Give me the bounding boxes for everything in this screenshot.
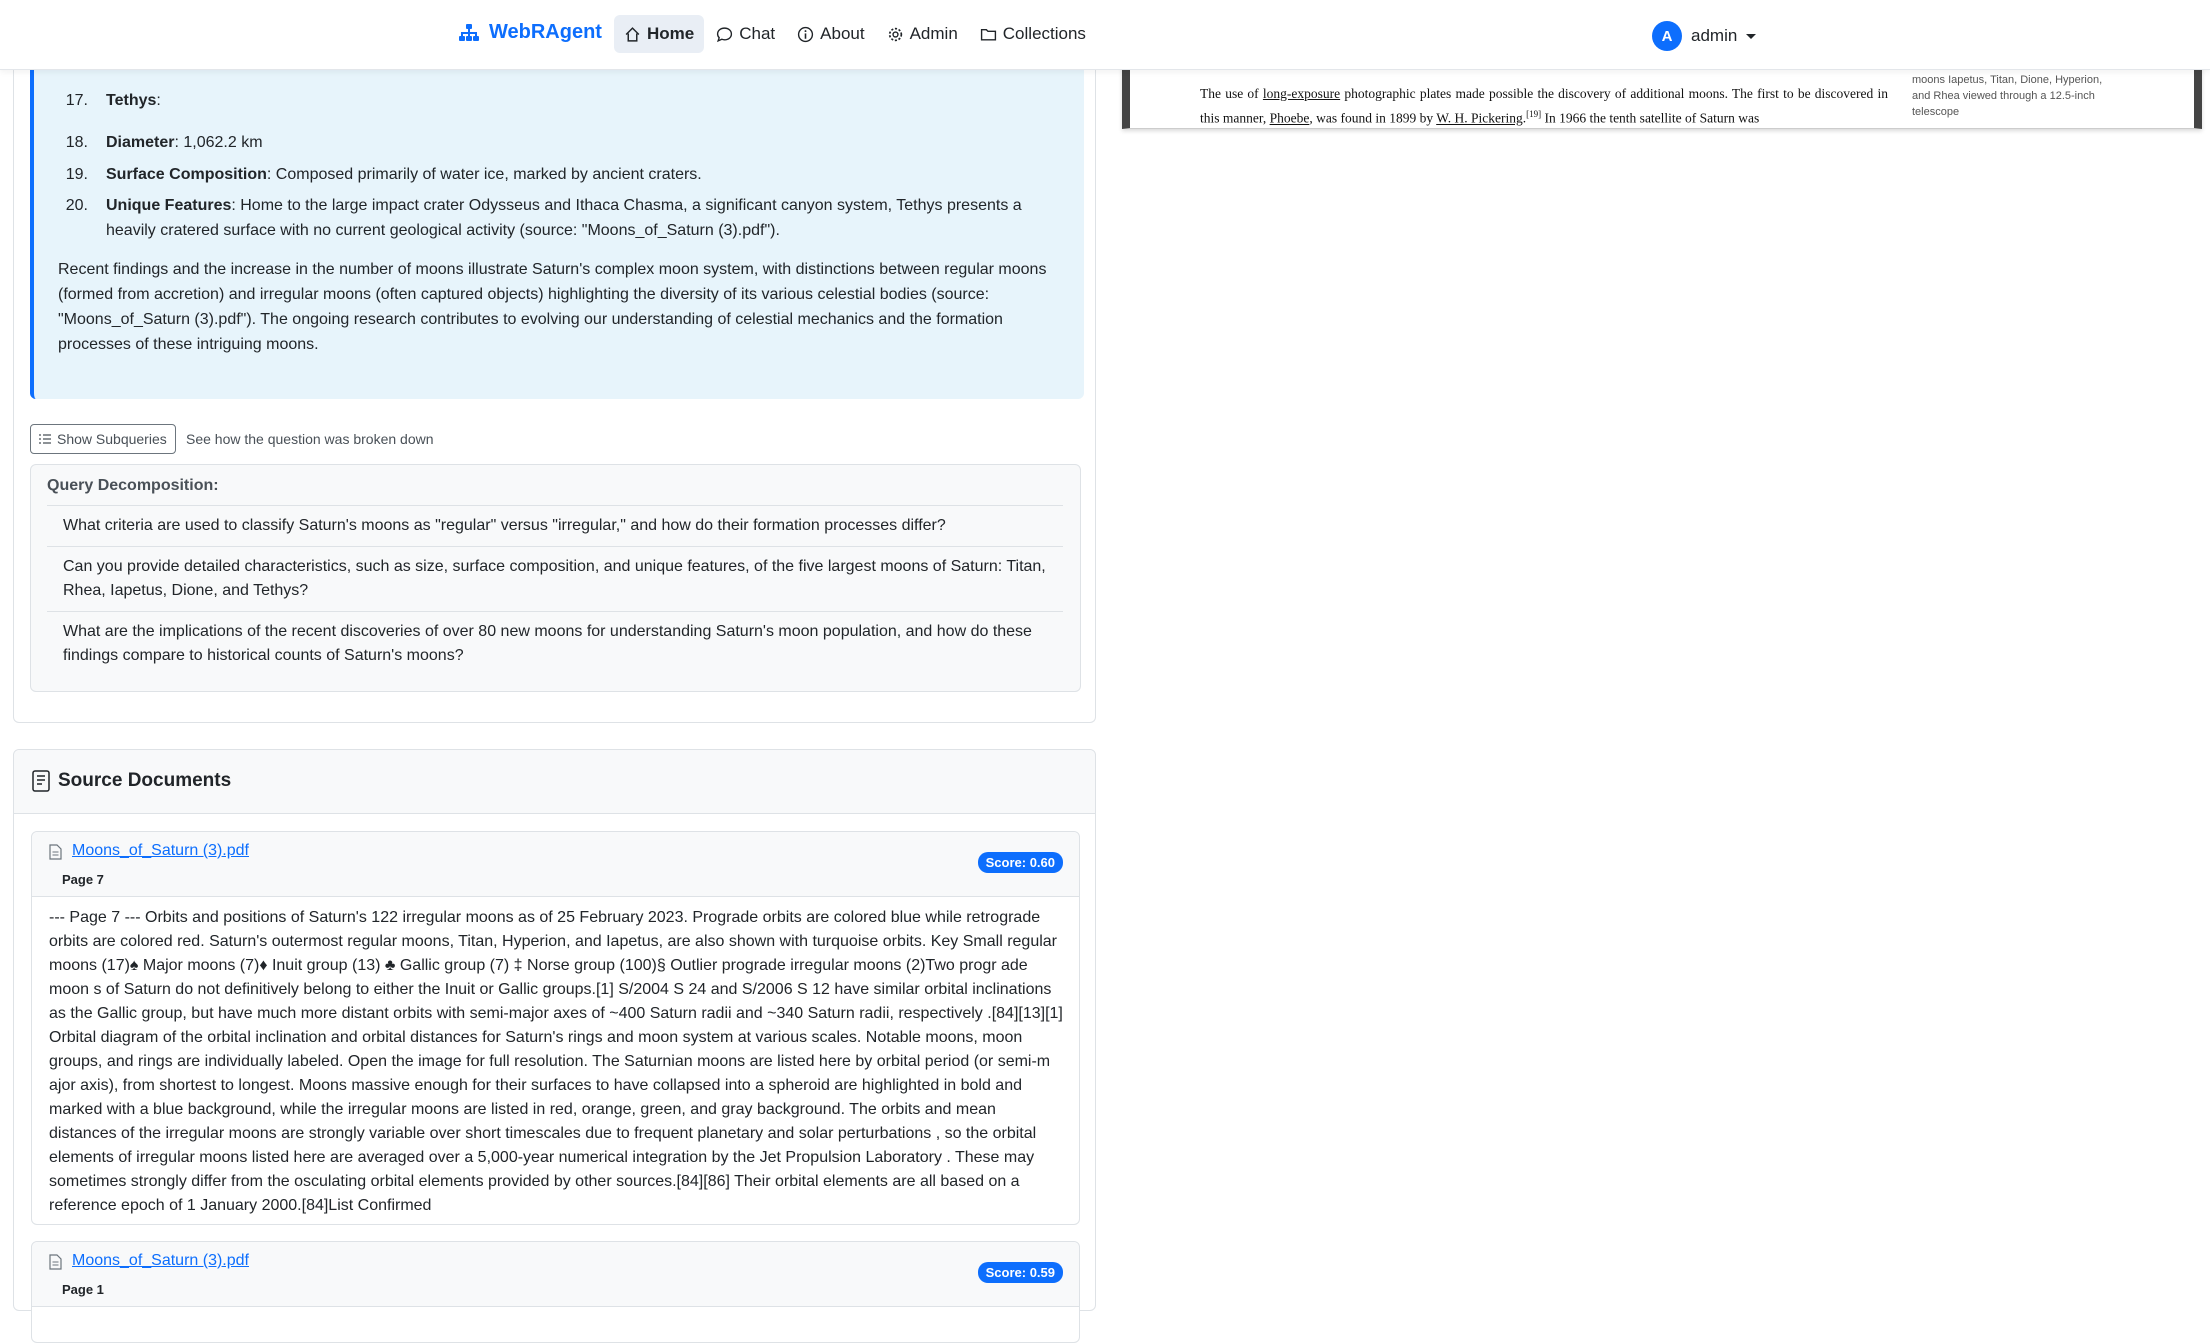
chevron-down-icon [1746,33,1757,39]
document-text-icon [32,770,50,792]
user-menu[interactable]: A admin [1652,21,1757,51]
subquery-text: What are the implications of the recent … [63,623,1032,664]
list-item-text: : [156,92,161,109]
nav-chat[interactable]: Chat [706,15,785,53]
list-number: 17. [65,92,88,109]
source-document-link[interactable]: Moons_of_Saturn (3).pdf [72,842,249,860]
pdf-text-segment: , was found in 1899 by [1309,110,1437,126]
answer-summary: Recent findings and the increase in the … [58,261,1047,353]
chat-icon [717,26,733,42]
nav-about-label: About [820,24,865,43]
nav-home-label: Home [647,24,695,43]
nav-admin-label: Admin [909,24,958,43]
pdf-citation[interactable]: [19] [1526,109,1541,119]
source-document-excerpt: --- Page 7 --- Orbits and positions of S… [49,909,1063,1214]
pdf-link-long-exposure[interactable]: long-exposure [1263,86,1340,101]
query-decomposition: Query Decomposition: What criteria are u… [30,464,1081,692]
gear-icon [888,27,902,41]
decomposition-title: Query Decomposition: [47,477,219,494]
list-item-text: : 1,062.2 km [174,134,263,151]
navbar: WebRAgent Home Chat About Admin Collecti… [0,0,2210,70]
pdf-link-phoebe[interactable]: Phoebe [1270,111,1310,126]
source-document-page: Page 7 [62,872,104,887]
score-badge: Score: 0.59 [977,1262,1063,1283]
list-item-term: Tethys [106,92,157,109]
home-icon [625,26,640,42]
list-number: 20. [65,197,88,214]
list-item-term: Diameter [106,134,175,151]
source-document-header: Moons_of_Saturn (3).pdf Page 1 Score: 0.… [32,1242,1079,1307]
list-item-text: : Home to the large impact crater Odysse… [106,197,1022,239]
subquery-item: What are the implications of the recent … [47,611,1063,676]
answer-box: 17. Tethys: 18. Diameter: 1,062.2 km 19.… [30,70,1084,399]
subquery-item: What criteria are used to classify Satur… [47,505,1063,546]
source-documents-header: Source Documents [14,750,1095,814]
nav-collections-label: Collections [1002,24,1086,43]
list-number: 18. [65,134,88,151]
show-subqueries-label: Show Subqueries [57,431,167,447]
pdf-link-pickering[interactable]: W. H. Pickering [1436,111,1523,126]
show-subqueries-button[interactable]: Show Subqueries [30,424,176,454]
source-document: Moons_of_Saturn (3).pdf Page 1 Score: 0.… [31,1241,1080,1343]
source-documents-card: Source Documents Moons_of_Saturn (3).pdf… [13,749,1096,1343]
info-icon [798,26,814,42]
list-item-term: Surface Composition [106,166,267,183]
brand-name: WebRAgent [489,21,602,43]
pdf-text-segment: In 1966 the tenth satellite of Saturn wa… [1541,110,1760,126]
subquery-item: Can you provide detailed characteristics… [47,546,1063,611]
score-badge: Score: 0.60 [977,852,1063,873]
source-documents-title: Source Documents [58,770,232,791]
nav-about[interactable]: About [787,15,874,53]
pdf-text-segment: The use of [1200,86,1263,101]
source-document-header: Moons_of_Saturn (3).pdf Page 7 Score: 0.… [32,832,1079,897]
list-item-text: : Composed primarily of water ice, marke… [266,166,702,183]
nav-menu: Home Chat About Admin Collections [614,15,1096,53]
folder-icon [980,28,996,41]
list-number: 19. [65,166,88,183]
subqueries-hint: See how the question was broken down [186,431,434,447]
sitemap-icon [459,23,479,41]
list-item-term: Unique Features [106,197,232,214]
file-icon [49,1254,62,1270]
pdf-page-text: The use of long-exposure photographic pl… [1200,86,1888,126]
source-document: Moons_of_Saturn (3).pdf Page 7 Score: 0.… [31,831,1080,1225]
list-icon [39,434,51,444]
pdf-image-caption: moons Iapetus, Titan, Dione, Hyperion, a… [1912,74,2103,118]
user-name: admin [1691,26,1738,45]
pdf-viewer[interactable]: The use of long-exposure photographic pl… [1122,66,2202,129]
nav-admin[interactable]: Admin [877,15,968,53]
avatar: A [1652,21,1682,51]
nav-collections[interactable]: Collections [970,15,1096,53]
subquery-text: What criteria are used to classify Satur… [63,517,946,534]
file-icon [49,844,62,860]
brand-link[interactable]: WebRAgent [458,21,602,44]
nav-chat-label: Chat [739,24,776,43]
source-document-page: Page 1 [62,1282,104,1297]
subquery-text: Can you provide detailed characteristics… [63,558,1046,599]
source-document-link[interactable]: Moons_of_Saturn (3).pdf [72,1252,249,1270]
nav-home[interactable]: Home [614,15,705,53]
